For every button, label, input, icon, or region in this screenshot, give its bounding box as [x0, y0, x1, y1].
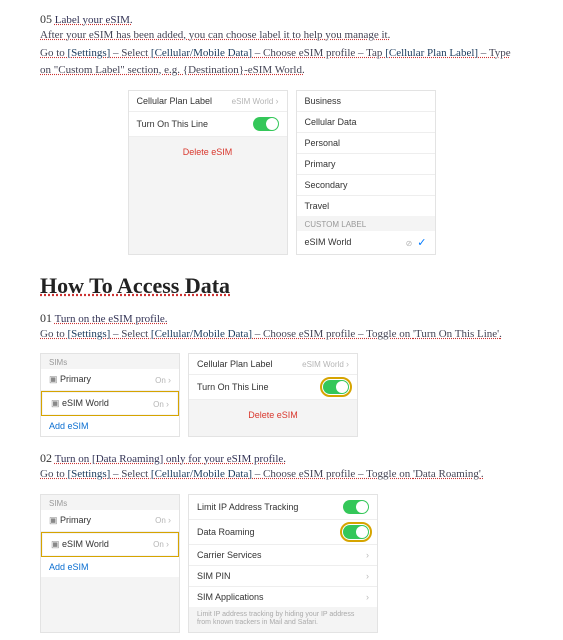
sims-header: SIMs — [41, 354, 179, 369]
step-02-title: Turn on [Data Roaming] only for your eSI… — [55, 453, 286, 465]
mock2-left-panel: SIMs ▣ Primary On › ▣ eSIM World On › Ad… — [40, 353, 180, 437]
step-01: 01 Turn on the eSIM profile. Go to [Sett… — [40, 311, 523, 344]
label-option[interactable]: Travel — [297, 196, 435, 216]
mock1-right-panel: Business Cellular Data Personal Primary … — [296, 90, 436, 255]
mock3-right-panel: Limit IP Address Tracking Data Roaming C… — [188, 494, 378, 633]
mock-2-row: SIMs ▣ Primary On › ▣ eSIM World On › Ad… — [40, 353, 523, 437]
step-05-header: 05 Label your eSIM. — [40, 12, 523, 27]
step-02-header: 02 Turn on [Data Roaming] only for your … — [40, 451, 523, 466]
clear-icon: ⊘ — [406, 239, 413, 248]
chevron-right-icon: › — [166, 539, 169, 549]
add-esim-cell[interactable]: Add eSIM — [41, 416, 179, 436]
label-option[interactable]: Secondary — [297, 175, 435, 196]
step-01-header: 01 Turn on the eSIM profile. — [40, 311, 523, 326]
edit-check-icons: ⊘ ✓ — [406, 236, 427, 249]
add-esim-label: Add eSIM — [49, 421, 89, 431]
check-icon: ✓ — [417, 237, 426, 249]
label-option[interactable]: Primary — [297, 154, 435, 175]
step-05: 05 Label your eSIM. After your eSIM has … — [40, 12, 523, 80]
limit-ip-cell[interactable]: Limit IP Address Tracking — [189, 495, 377, 520]
chevron-right-icon: › — [366, 571, 369, 581]
step-01-line: Go to [Settings] – Select [Cellular/Mobi… — [40, 326, 523, 344]
turn-on-label: Turn On This Line — [137, 119, 209, 129]
step-05-line1: After your eSIM has been added, you can … — [40, 27, 523, 45]
esim-world-cell-2[interactable]: ▣ eSIM World On › — [43, 534, 177, 555]
mock2-right-panel: Cellular Plan Label eSIM World › Turn On… — [188, 353, 358, 437]
custom-label-value: eSIM World — [305, 237, 352, 247]
chevron-right-icon: › — [166, 399, 169, 409]
cellular-plan-label-cell[interactable]: Cellular Plan Label eSIM World › — [129, 91, 287, 112]
label-option[interactable]: Cellular Data — [297, 112, 435, 133]
add-esim-cell-2[interactable]: Add eSIM — [41, 557, 179, 577]
toggle-on-icon[interactable] — [343, 525, 369, 539]
esim-world-highlight-2: ▣ eSIM World On › — [41, 532, 179, 557]
chevron-right-icon: › — [276, 96, 279, 106]
mock1-left-panel: Cellular Plan Label eSIM World › Turn On… — [128, 90, 288, 255]
chevron-right-icon: › — [366, 550, 369, 560]
chevron-right-icon: › — [168, 375, 171, 385]
step-02-line: Go to [Settings] – Select [Cellular/Mobi… — [40, 466, 523, 484]
turn-on-line-cell[interactable]: Turn On This Line — [129, 112, 287, 137]
data-roaming-cell[interactable]: Data Roaming — [189, 520, 377, 545]
cpl-label: Cellular Plan Label — [137, 96, 213, 106]
step-05-line3: on "Custom Label" section, e.g. {Destina… — [40, 62, 523, 80]
mock3-left-panel: SIMs ▣ Primary On › ▣ eSIM World On › Ad… — [40, 494, 180, 633]
step-05-title: Label your eSIM. — [55, 14, 133, 26]
step-02: 02 Turn on [Data Roaming] only for your … — [40, 451, 523, 484]
cpl-cell-2[interactable]: Cellular Plan Label eSIM World › — [189, 354, 357, 375]
sims-header-2: SIMs — [41, 495, 179, 510]
esim-world-highlight: ▣ eSIM World On › — [41, 391, 179, 416]
label-option[interactable]: Business — [297, 91, 435, 112]
chevron-right-icon: › — [346, 359, 349, 369]
custom-label-cell[interactable]: eSIM World ⊘ ✓ — [297, 231, 435, 254]
section-heading: How To Access Data — [40, 273, 523, 299]
custom-label-header: CUSTOM LABEL — [297, 216, 435, 231]
label-option[interactable]: Personal — [297, 133, 435, 154]
carrier-services-cell[interactable]: Carrier Services › — [189, 545, 377, 566]
step-01-num: 01 — [40, 311, 52, 325]
step-01-title: Turn on the eSIM profile. — [55, 313, 168, 325]
mock-3-row: SIMs ▣ Primary On › ▣ eSIM World On › Ad… — [40, 494, 523, 633]
toggle-on-icon[interactable] — [343, 500, 369, 514]
cpl-value: eSIM World › — [232, 96, 279, 106]
delete-esim-label: Delete eSIM — [183, 147, 233, 157]
sim-apps-cell[interactable]: SIM Applications › — [189, 587, 377, 607]
toggle-on-icon[interactable] — [253, 117, 279, 131]
primary-sim-cell[interactable]: ▣ Primary On › — [41, 369, 179, 391]
chevron-right-icon: › — [366, 592, 369, 602]
mock-1-row: Cellular Plan Label eSIM World › Turn On… — [40, 90, 523, 255]
esim-world-cell[interactable]: ▣ eSIM World On › — [43, 393, 177, 414]
step-02-num: 02 — [40, 451, 52, 465]
turn-on-cell-2[interactable]: Turn On This Line — [189, 375, 357, 400]
toggle-on-icon[interactable] — [323, 380, 349, 394]
ip-tracking-note: Limit IP address tracking by hiding your… — [189, 607, 377, 632]
step-05-line2: Go to [Settings] – Select [Cellular/Mobi… — [40, 45, 523, 63]
sim-pin-cell[interactable]: SIM PIN › — [189, 566, 377, 587]
primary-sim-cell-2[interactable]: ▣ Primary On › — [41, 510, 179, 532]
step-05-num: 05 — [40, 12, 52, 26]
chevron-right-icon: › — [168, 515, 171, 525]
delete-esim-cell[interactable]: Delete eSIM — [129, 137, 287, 162]
delete-esim-cell-2[interactable]: Delete eSIM — [189, 400, 357, 425]
